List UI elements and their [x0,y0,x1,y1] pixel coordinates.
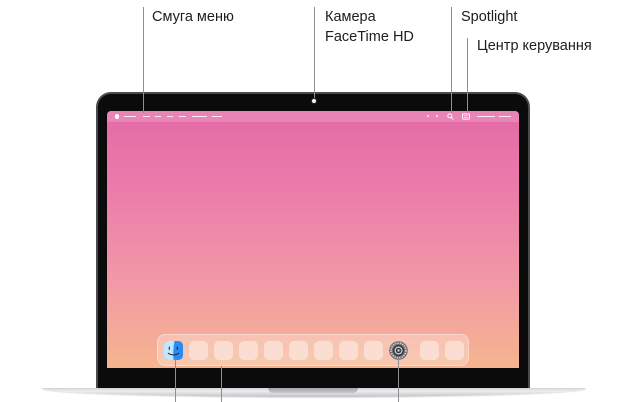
app-placeholder-icon[interactable] [339,340,358,360]
status-item-placeholder[interactable] [499,116,511,117]
app-placeholder-icon[interactable] [214,340,233,360]
menu-item-placeholder[interactable] [212,116,222,117]
dock-callout-line [221,366,222,402]
camera-callout-line [314,7,315,98]
dock-app-group [164,340,408,360]
spotlight-callout-label: Spotlight [461,9,518,25]
spotlight-callout-line [451,7,452,113]
menu-item-placeholder[interactable] [167,116,173,117]
camera-icon [312,99,316,103]
camera-callout-label: Камера FaceTime HD [325,7,414,47]
dock-extra-group [420,340,464,360]
menu-item-placeholder[interactable] [124,116,136,117]
menu-item-placeholder[interactable] [143,116,150,117]
system-settings-callout-line [398,359,399,402]
dock [157,334,469,366]
menu-item-placeholder[interactable] [155,116,161,117]
app-placeholder-icon[interactable] [314,340,333,360]
status-icon[interactable] [427,115,429,117]
menu-bar-callout-line [143,7,144,113]
system-settings-icon[interactable] [389,340,408,360]
lid-opening-notch [268,388,358,393]
menu-item-placeholder[interactable] [179,116,186,117]
app-placeholder-icon[interactable] [189,340,208,360]
control-center-callout-label: Центр керування [477,38,592,54]
app-placeholder-icon[interactable] [445,340,464,360]
camera-callout-text-line-1: Камера [325,9,376,25]
screen [107,111,519,368]
control-center-icon[interactable] [462,113,470,120]
app-placeholder-icon[interactable] [289,340,308,360]
app-placeholder-icon[interactable] [420,340,439,360]
menu-item-placeholder[interactable] [192,116,207,117]
search-icon[interactable] [447,113,454,120]
menu-bar-callout-label: Смуга меню [152,9,234,25]
status-icon[interactable] [436,115,438,117]
app-placeholder-icon[interactable] [264,340,283,360]
menu-bar [107,111,519,122]
finder-icon[interactable] [164,340,183,360]
camera-callout-text-line-2: FaceTime HD [325,29,414,45]
app-placeholder-icon[interactable] [239,340,258,360]
finder-callout-line [175,359,176,402]
app-placeholder-icon[interactable] [364,340,383,360]
status-item-placeholder[interactable] [477,116,495,117]
apple-icon[interactable] [115,114,119,119]
control-center-callout-line [467,38,468,113]
